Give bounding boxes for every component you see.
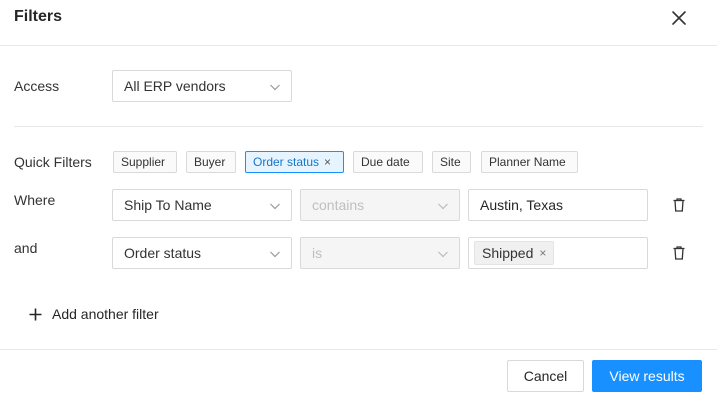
cancel-button[interactable]: Cancel (507, 360, 584, 392)
filter-operator-value: is (312, 245, 323, 261)
filter-operator-select: contains (300, 189, 460, 221)
filter-field-value: Ship To Name (124, 197, 212, 213)
chip-label: Supplier (121, 155, 166, 169)
chevron-down-icon (438, 251, 448, 258)
access-select[interactable]: All ERP vendors (112, 70, 292, 102)
section-divider (14, 126, 703, 127)
quick-filter-chip-planner-name[interactable]: Planner Name (481, 151, 578, 173)
filter-field-select[interactable]: Ship To Name (112, 189, 292, 221)
quick-filter-chip-due-date[interactable]: Due date (353, 151, 423, 173)
filter-connector: and (14, 240, 38, 256)
chip-label: Planner Name (489, 155, 566, 169)
trash-icon[interactable] (671, 245, 687, 261)
filter-field-select[interactable]: Order status (112, 237, 292, 269)
tag-label: Shipped (482, 245, 534, 261)
chip-remove-icon[interactable]: × (324, 155, 331, 169)
add-filter-button[interactable]: Add another filter (28, 306, 159, 322)
tag-remove-icon[interactable]: × (539, 246, 546, 260)
view-results-button[interactable]: View results (592, 360, 702, 392)
close-icon[interactable] (669, 8, 689, 28)
chevron-down-icon (270, 251, 280, 258)
filter-connector: Where (14, 192, 56, 208)
quick-filter-chip-supplier[interactable]: Supplier (113, 151, 177, 173)
chip-label: Due date (361, 155, 410, 169)
quick-filter-chip-order-status[interactable]: Order status × (245, 151, 344, 173)
access-label: Access (14, 78, 60, 94)
add-filter-label: Add another filter (52, 306, 159, 322)
chip-label: Order status (253, 155, 320, 169)
filter-value-text: Austin, Texas (480, 197, 564, 213)
quick-filter-chip-buyer[interactable]: Buyer (186, 151, 236, 173)
plus-icon (29, 308, 42, 320)
dialog-title: Filters (14, 8, 63, 25)
chip-label: Site (440, 155, 461, 169)
access-select-value: All ERP vendors (124, 78, 226, 94)
filter-operator-value: contains (312, 197, 365, 213)
chevron-down-icon (270, 84, 280, 91)
value-tag-shipped: Shipped × (474, 241, 555, 265)
filter-operator-select: is (300, 237, 460, 269)
chevron-down-icon (270, 203, 280, 210)
filter-value-input[interactable]: Austin, Texas (468, 189, 648, 221)
chip-label: Buyer (194, 155, 226, 169)
dialog-header: Filters (0, 0, 717, 46)
quick-filter-chip-site[interactable]: Site (432, 151, 471, 173)
quick-filters-label: Quick Filters (14, 154, 92, 170)
chevron-down-icon (438, 203, 448, 210)
trash-icon[interactable] (671, 197, 687, 213)
filter-field-value: Order status (124, 245, 202, 261)
